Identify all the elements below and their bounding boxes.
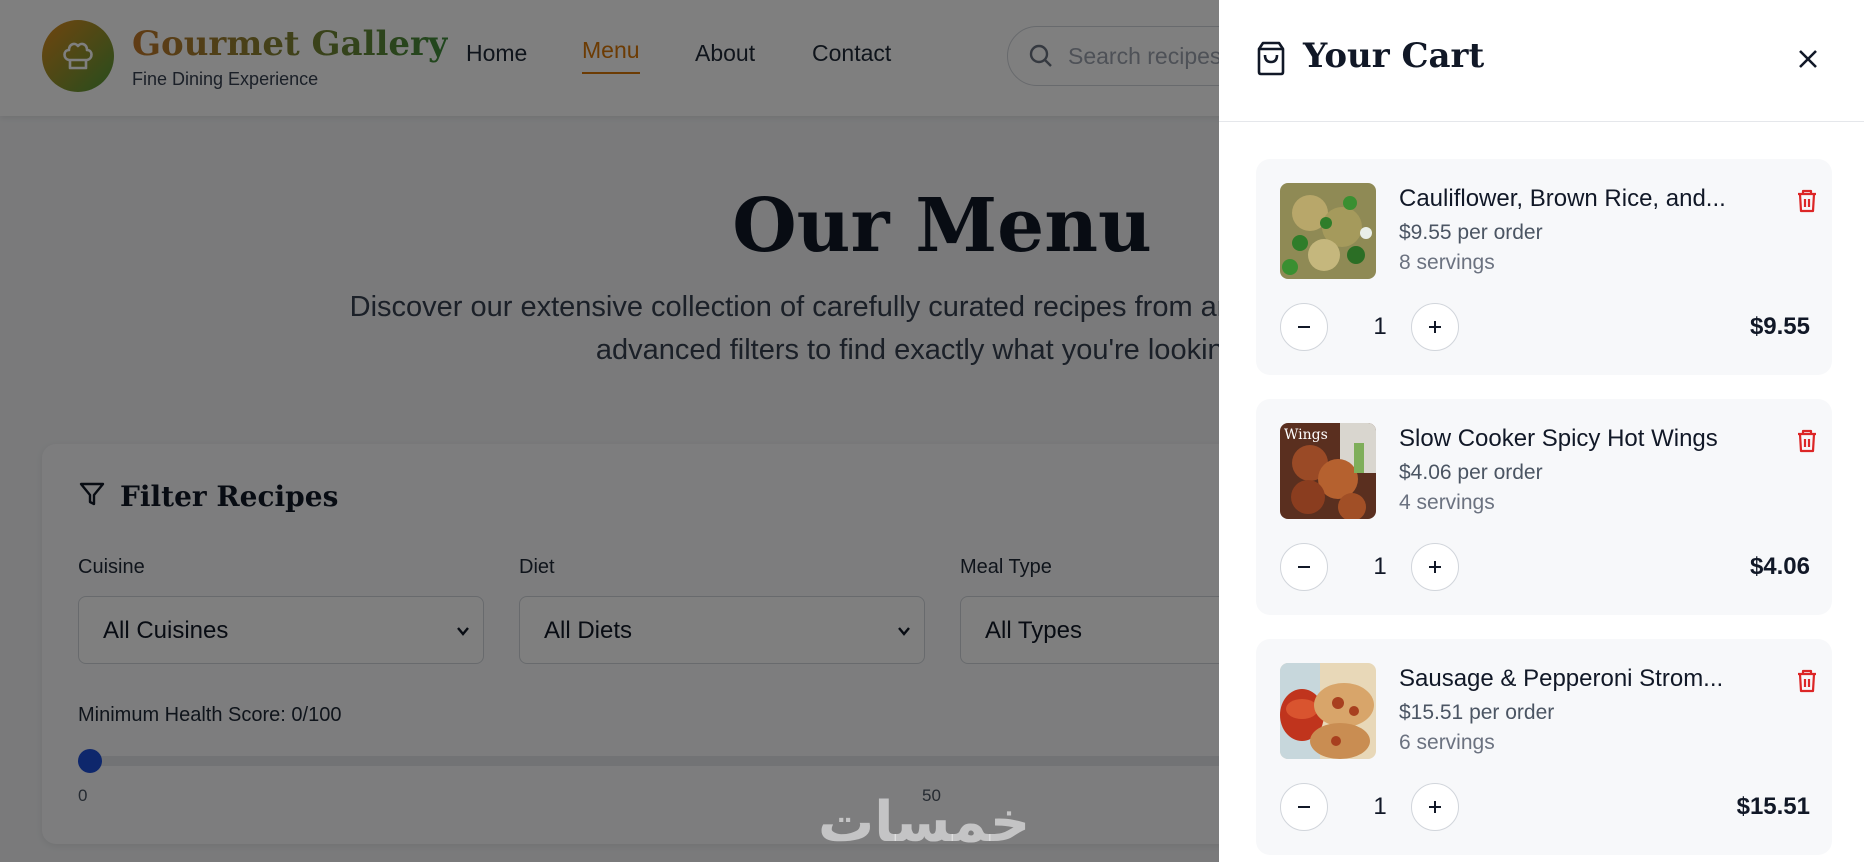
item-servings: 8 servings (1399, 251, 1495, 274)
item-name: Cauliflower, Brown Rice, and... (1399, 185, 1726, 212)
item-price: $9.55 per order (1399, 221, 1543, 244)
item-quantity: 1 (1373, 793, 1387, 820)
item-price: $15.51 per order (1399, 701, 1555, 724)
cart-drawer: Your Cart Cauliflower, Brown Rice, and..… (1219, 0, 1864, 862)
trash-icon[interactable] (1796, 669, 1818, 698)
item-image: Wings (1280, 423, 1376, 519)
increase-quantity-button[interactable] (1411, 783, 1459, 831)
item-quantity: 1 (1373, 313, 1387, 340)
item-image-caption: Wings (1284, 427, 1328, 443)
cart-item: Sausage & Pepperoni Strom... $15.51 per … (1256, 639, 1832, 855)
shopping-bag-icon (1255, 40, 1287, 81)
item-name: Slow Cooker Spicy Hot Wings (1399, 425, 1718, 452)
cart-title: Your Cart (1303, 36, 1485, 76)
decrease-quantity-button[interactable] (1280, 783, 1328, 831)
item-servings: 4 servings (1399, 491, 1495, 514)
item-total: $4.06 (1749, 553, 1810, 580)
decrease-quantity-button[interactable] (1280, 543, 1328, 591)
trash-icon[interactable] (1796, 429, 1818, 458)
item-total: $15.51 (1736, 793, 1810, 820)
decrease-quantity-button[interactable] (1280, 303, 1328, 351)
cart-item: Cauliflower, Brown Rice, and... $9.55 pe… (1256, 159, 1832, 375)
item-image (1280, 183, 1376, 279)
item-image (1280, 663, 1376, 759)
item-servings: 6 servings (1399, 731, 1495, 754)
watermark: خمسات (818, 790, 1031, 855)
cart-item: Wings Slow Cooker Spicy Hot Wings $4.06 … (1256, 399, 1832, 615)
item-price: $4.06 per order (1399, 461, 1543, 484)
item-name: Sausage & Pepperoni Strom... (1399, 665, 1724, 692)
item-quantity: 1 (1373, 553, 1387, 580)
increase-quantity-button[interactable] (1411, 543, 1459, 591)
trash-icon[interactable] (1796, 189, 1818, 218)
increase-quantity-button[interactable] (1411, 303, 1459, 351)
item-total: $9.55 (1749, 313, 1810, 340)
close-icon[interactable] (1791, 42, 1825, 76)
cart-header: Your Cart (1219, 0, 1864, 122)
